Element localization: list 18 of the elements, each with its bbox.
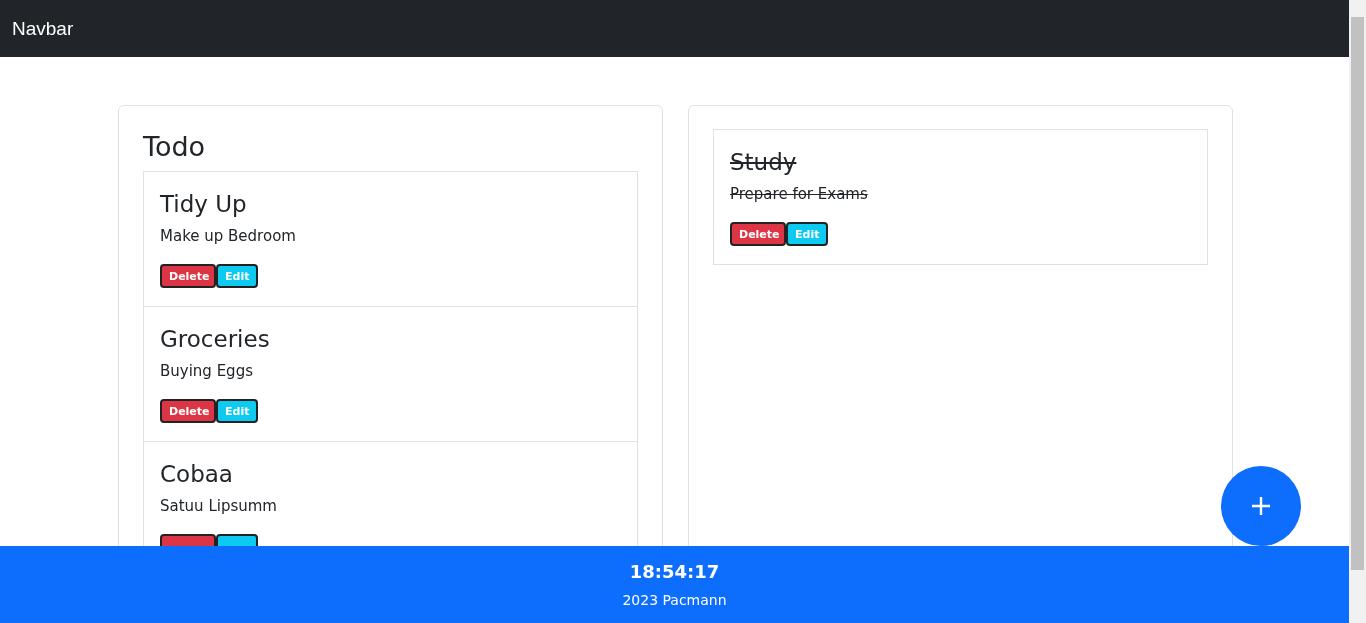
todo-title: Tidy Up <box>160 190 248 219</box>
clock-time: 18:54:17 <box>629 561 720 582</box>
todo-description: Prepare for Exams <box>730 184 869 205</box>
delete-button[interactable]: Delete <box>160 399 216 423</box>
todo-description: Satuu Lipsumm <box>160 496 278 517</box>
todo-title: Cobaa <box>160 460 234 489</box>
scrollbar-thumb[interactable] <box>1351 17 1364 570</box>
list-title: Todo <box>143 130 207 164</box>
delete-button[interactable]: Delete <box>160 264 216 288</box>
navbar-brand[interactable]: Navbar <box>12 17 74 40</box>
plus-icon <box>1251 496 1271 516</box>
todo-title: Study <box>730 148 798 177</box>
copyright-text: 2023 Pacmann <box>622 592 727 608</box>
todo-description: Buying Eggs <box>160 361 254 382</box>
scrollbar[interactable] <box>1349 0 1366 623</box>
todo-description: Make up Bedroom <box>160 226 297 247</box>
todo-title: Groceries <box>160 325 271 354</box>
delete-button[interactable]: Delete <box>730 222 786 246</box>
